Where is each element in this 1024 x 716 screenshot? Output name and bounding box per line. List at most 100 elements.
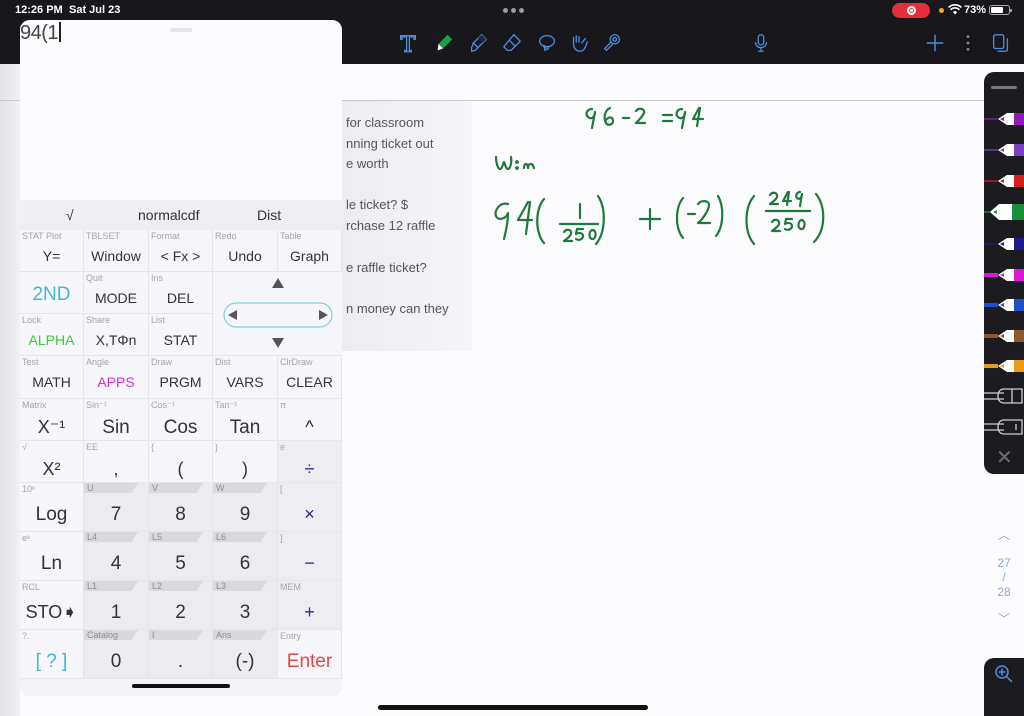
pen-tool-button[interactable]: [432, 31, 456, 55]
calc-key-undo[interactable]: Redo Undo: [213, 230, 278, 272]
calc-key-math[interactable]: Test MATH: [20, 356, 84, 399]
pen-color-swatch-icon[interactable]: [984, 263, 1024, 287]
calc-key-cos[interactable]: Cos⁻¹ Cos: [149, 399, 213, 441]
calc-key-sin[interactable]: Sin⁻¹ Sin: [84, 399, 149, 441]
calc-key-fx[interactable]: Format < Fx >: [149, 230, 213, 272]
calc-key-stat[interactable]: List STAT: [149, 314, 213, 356]
calc-key-plus[interactable]: MEM +: [278, 581, 342, 630]
calc-key-alpha[interactable]: Lock ALPHA: [20, 314, 84, 356]
calc-key-close-paren[interactable]: }): [213, 441, 278, 483]
text-tool-button[interactable]: [396, 31, 420, 55]
calculator-display[interactable]: 94(1: [20, 20, 342, 200]
calc-key-comma[interactable]: EE,: [84, 441, 149, 483]
pen-color-swatch-icon[interactable]: [984, 107, 1024, 131]
calc-key-y[interactable]: STAT Plot Y=: [20, 230, 84, 272]
calc-key-x[interactable]: √ X²: [20, 441, 84, 483]
fountain-pen-outline-icon[interactable]: [984, 384, 1024, 408]
calc-key-mode[interactable]: Quit MODE: [84, 272, 149, 314]
calc-key-5[interactable]: L5 5: [149, 532, 213, 581]
calc-key-prgm[interactable]: Draw PRGM: [149, 356, 213, 399]
home-indicator[interactable]: [378, 705, 648, 710]
pen-color-swatch-icon[interactable]: [984, 354, 1024, 378]
pen-color-swatch-icon[interactable]: [984, 324, 1024, 348]
calc-key-graph[interactable]: Table Graph: [278, 230, 342, 272]
pen-icon: [437, 34, 453, 51]
microphone-button[interactable]: [749, 31, 773, 55]
pages-button[interactable]: [989, 31, 1013, 55]
eraser-tool-button[interactable]: [500, 31, 524, 55]
calc-key-1[interactable]: L1 1: [84, 581, 149, 630]
more-options-button[interactable]: [956, 31, 980, 55]
sqrt-shortcut-button[interactable]: √: [66, 207, 74, 223]
secondary-label: Share: [86, 315, 111, 325]
zoom-button[interactable]: [984, 658, 1024, 716]
laser-pointer-icon: [603, 34, 620, 52]
palette-drag-handle[interactable]: [991, 86, 1017, 89]
calc-key-tan[interactable]: Tan⁻¹ Tan: [213, 399, 278, 441]
pen-color-swatch-icon[interactable]: [984, 293, 1024, 317]
calc-key-4[interactable]: L4 4: [84, 532, 149, 581]
key-label: Tan: [229, 417, 261, 438]
key-label: X,TΦn: [95, 332, 137, 348]
arrow-right-button[interactable]: [319, 310, 328, 320]
calc-key-3[interactable]: L3 3: [213, 581, 278, 630]
calc-key-8[interactable]: V8: [149, 483, 213, 532]
marker-outline-icon[interactable]: [984, 415, 1024, 439]
calculator-home-indicator[interactable]: [132, 684, 230, 688]
pen-color-swatch-icon[interactable]: [984, 138, 1024, 162]
calc-key-2nd[interactable]: 2ND: [20, 272, 84, 314]
hand-tool-button[interactable]: [567, 31, 591, 55]
secondary-label: MEM: [280, 582, 301, 592]
calc-key-9[interactable]: W9: [213, 483, 278, 532]
pen-color-swatch-icon[interactable]: [984, 169, 1024, 193]
calc-key-enter[interactable]: Entry Enter: [278, 630, 342, 679]
key-label: MATH: [32, 374, 71, 390]
calc-key-sto[interactable]: RCL STO➧: [20, 581, 84, 630]
page-down-icon[interactable]: ﹀: [990, 610, 1018, 627]
calc-key-2[interactable]: L2 2: [149, 581, 213, 630]
screen-recording-indicator[interactable]: [892, 3, 930, 18]
arrow-up-button[interactable]: [272, 278, 284, 288]
calc-key-window[interactable]: TBLSET Window: [84, 230, 149, 272]
calc-key-apps[interactable]: Angle APPS: [84, 356, 149, 399]
key-label: ): [242, 459, 248, 479]
calc-key-ln[interactable]: eˣ Ln: [20, 532, 84, 581]
highlighter-tool-button[interactable]: [466, 31, 490, 55]
add-button[interactable]: [923, 31, 947, 55]
calc-key-negative[interactable]: Ans (-): [213, 630, 278, 679]
calc-key-del[interactable]: Ins DEL: [149, 272, 213, 314]
secondary-label: RCL: [22, 582, 41, 592]
calc-key-log[interactable]: 10ˣ Log: [20, 483, 84, 532]
arrow-down-button[interactable]: [272, 338, 284, 348]
key-label: −: [304, 553, 315, 573]
calc-key-help[interactable]: ?. [ ? ]: [20, 630, 84, 679]
slideover-grabber[interactable]: [170, 28, 192, 32]
pen-color-swatch-icon[interactable]: [984, 200, 1024, 224]
pen-color-swatch-icon[interactable]: [984, 232, 1024, 256]
calc-key-divide[interactable]: e ÷: [278, 441, 342, 483]
close-palette-icon[interactable]: ✕: [996, 448, 1013, 468]
calc-key-7[interactable]: U7: [84, 483, 149, 532]
secondary-label: L6: [213, 532, 267, 542]
lasso-tool-button[interactable]: [535, 31, 559, 55]
calc-key-x[interactable]: Matrix X⁻¹: [20, 399, 84, 441]
calc-key-x-t-n[interactable]: Share X,TΦn: [84, 314, 149, 356]
dist-shortcut-button[interactable]: Dist: [257, 207, 281, 223]
calc-key-minus[interactable]: ] −: [278, 532, 342, 581]
calc-key-open-paren[interactable]: {(: [149, 441, 213, 483]
text-icon: [400, 35, 416, 53]
arrow-left-button[interactable]: [228, 310, 237, 320]
calc-key-clear[interactable]: ClrDraw CLEAR: [278, 356, 342, 399]
calc-key-decimal[interactable]: I.: [149, 630, 213, 679]
page-up-icon[interactable]: ︿: [990, 526, 1018, 543]
calc-key-6[interactable]: L6 6: [213, 532, 278, 581]
calc-key-power[interactable]: π ^: [278, 399, 342, 441]
normalcdf-shortcut-button[interactable]: normalcdf: [138, 207, 199, 223]
key-label: X⁻¹: [37, 417, 66, 437]
laser-pointer-tool-button[interactable]: [600, 31, 624, 55]
calculator-function-row: √ normalcdf Dist: [20, 200, 342, 230]
calc-key-vars[interactable]: Dist VARS: [213, 356, 278, 399]
calc-key-0[interactable]: Catalog 0: [84, 630, 149, 679]
multitasking-dots[interactable]: [503, 8, 524, 13]
calc-key-multiply[interactable]: [×: [278, 483, 342, 532]
